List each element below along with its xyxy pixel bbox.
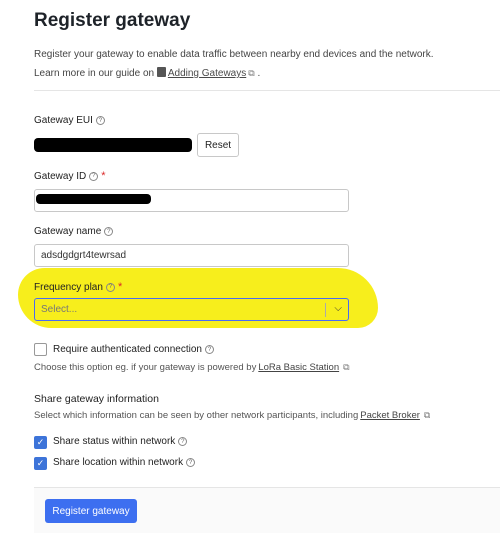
select-separator [325, 303, 326, 317]
packet-broker-link[interactable]: Packet Broker [360, 410, 420, 421]
external-link-icon: ⧉ [248, 68, 255, 78]
adding-gateways-link[interactable]: Adding Gateways [168, 68, 246, 79]
description-prefix: Learn more in our guide on [34, 68, 155, 79]
auth-checkbox-label[interactable]: Require authenticated connection ? [53, 344, 214, 355]
gateway-id-label: Gateway ID ? * [34, 170, 106, 182]
share-hint-prefix: Select which information can be seen by … [34, 410, 359, 421]
description-suffix: . [257, 68, 261, 79]
frequency-plan-placeholder: Select... [41, 304, 78, 315]
help-icon[interactable]: ? [89, 171, 99, 181]
gateway-name-input[interactable]: adsdgdgrt4tewrsad [34, 244, 349, 267]
frequency-plan-label: Frequency plan ? * [34, 281, 122, 293]
auth-checkbox[interactable] [34, 343, 47, 356]
help-icon[interactable]: ? [186, 458, 196, 467]
description-guide-line: Learn more in our guide on Adding Gatewa… [34, 64, 494, 83]
share-status-checkbox[interactable]: ✓ [34, 436, 47, 449]
required-mark: * [117, 281, 123, 293]
share-status-label-text: Share status within network [53, 436, 176, 447]
external-link-icon: ⧉ [343, 362, 350, 372]
auth-checkbox-label-text: Require authenticated connection [53, 344, 202, 355]
gateway-eui-label-text: Gateway EUI [34, 115, 93, 126]
frequency-plan-select[interactable]: Select... ⌵ [34, 298, 349, 321]
gateway-name-value: adsdgdgrt4tewrsad [41, 250, 127, 261]
redaction-mark [36, 194, 151, 204]
frequency-plan-label-text: Frequency plan [34, 281, 103, 293]
help-icon[interactable]: ? [205, 345, 214, 354]
share-location-label-text: Share location within network [53, 457, 184, 468]
share-status-label[interactable]: Share status within network ? [53, 436, 188, 447]
reset-button[interactable]: Reset [197, 133, 239, 157]
description-line: Register your gateway to enable data tra… [34, 49, 434, 60]
share-location-label[interactable]: Share location within network ? [53, 457, 196, 468]
auth-hint-prefix: Choose this option eg. if your gateway i… [34, 362, 257, 373]
page-description: Register your gateway to enable data tra… [34, 46, 494, 83]
lora-basic-station-link[interactable]: LoRa Basic Station [258, 362, 339, 373]
help-icon[interactable]: ? [95, 116, 105, 125]
header-divider [34, 90, 500, 91]
share-hint: Select which information can be seen by … [34, 410, 430, 421]
share-section-title: Share gateway information [34, 393, 159, 405]
help-icon[interactable]: ? [104, 227, 114, 236]
register-gateway-button[interactable]: Register gateway [45, 499, 137, 523]
gateway-id-label-text: Gateway ID [34, 170, 87, 182]
page-title: Register gateway [34, 10, 191, 31]
redaction-mark [34, 138, 192, 152]
help-icon[interactable]: ? [178, 437, 188, 446]
book-icon [156, 67, 166, 77]
chevron-down-icon[interactable]: ⌵ [334, 303, 342, 314]
gateway-eui-label: Gateway EUI ? [34, 115, 105, 126]
help-icon[interactable]: ? [105, 282, 115, 292]
external-link-icon: ⧉ [423, 410, 431, 420]
gateway-name-label-text: Gateway name [34, 226, 102, 237]
required-mark: * [101, 170, 106, 182]
auth-hint: Choose this option eg. if your gateway i… [34, 362, 350, 373]
gateway-name-label: Gateway name ? [34, 226, 114, 237]
share-location-checkbox[interactable]: ✓ [34, 457, 47, 470]
